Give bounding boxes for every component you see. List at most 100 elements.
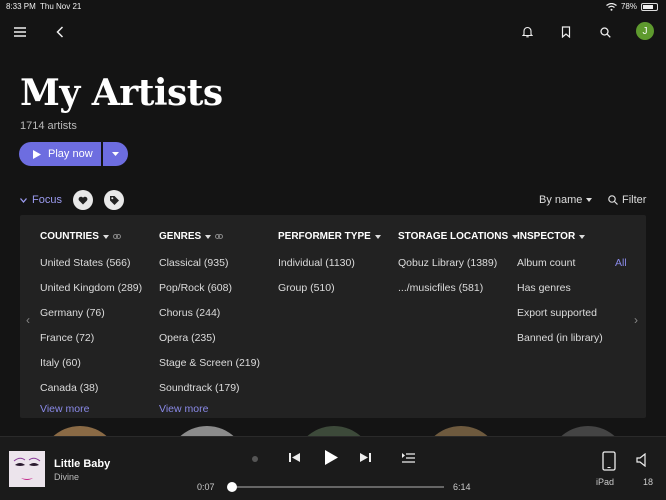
caret-down-icon: [579, 234, 586, 239]
status-right: 78%: [606, 2, 658, 11]
volume-level[interactable]: 18: [643, 477, 653, 487]
focus-label: Focus: [32, 194, 62, 206]
genre-item[interactable]: Chorus (244): [159, 307, 220, 319]
country-item[interactable]: Germany (76): [40, 307, 105, 319]
inspector-all-button[interactable]: All: [615, 257, 627, 269]
country-item[interactable]: Canada (38): [40, 382, 98, 394]
tablet-icon[interactable]: [597, 451, 621, 476]
play-now-label: Play now: [48, 148, 93, 160]
play-now-button[interactable]: Play now: [19, 142, 101, 166]
performer-type-header[interactable]: PERFORMER TYPE: [278, 231, 381, 242]
seek-handle[interactable]: [227, 482, 238, 492]
countries-header-label: COUNTRIES: [40, 231, 99, 242]
countries-header[interactable]: COUNTRIES: [40, 231, 121, 242]
output-device-label[interactable]: iPad: [596, 477, 614, 487]
storage-location-item[interactable]: Qobuz Library (1389): [398, 257, 497, 269]
favorite-filter-button[interactable]: [73, 190, 93, 210]
inspector-item[interactable]: Has genres: [517, 282, 571, 294]
inspector-item[interactable]: Album count: [517, 257, 575, 269]
artist-thumbnail[interactable]: [294, 426, 374, 436]
genre-item[interactable]: Opera (235): [159, 332, 216, 344]
country-item[interactable]: United States (566): [40, 257, 130, 269]
storage-locations-header[interactable]: STORAGE LOCATIONS: [398, 231, 519, 242]
wifi-icon: [606, 2, 617, 11]
bell-icon[interactable]: [518, 23, 536, 41]
volume-icon[interactable]: [636, 452, 650, 472]
play-pause-icon[interactable]: [324, 449, 339, 466]
status-date: Thu Nov 21: [40, 2, 82, 11]
search-icon: [608, 195, 618, 205]
artist-thumbnail[interactable]: [40, 426, 120, 436]
queue-icon[interactable]: [402, 453, 415, 463]
search-icon[interactable]: [596, 23, 614, 41]
track-title[interactable]: Little Baby: [54, 458, 110, 470]
status-bar: 8:33 PM Thu Nov 21 78%: [0, 0, 666, 14]
sort-dropdown[interactable]: By name: [539, 194, 593, 206]
heart-icon: [78, 196, 88, 204]
genres-header[interactable]: GENRES: [159, 231, 224, 242]
genres-header-label: GENRES: [159, 231, 202, 242]
track-artist[interactable]: Divine: [54, 472, 79, 482]
artist-thumbnail[interactable]: [167, 426, 247, 436]
storage-locations-header-label: STORAGE LOCATIONS: [398, 231, 509, 242]
filter-button[interactable]: Filter: [608, 194, 646, 206]
country-item[interactable]: France (72): [40, 332, 94, 344]
player-bar: Little Baby Divine 0:07 6:14 iPad 18: [0, 436, 666, 500]
artist-thumbnail[interactable]: [548, 426, 628, 436]
radio-dot-icon: [252, 456, 258, 462]
scroll-left-icon[interactable]: ‹: [26, 313, 30, 327]
genre-item[interactable]: Soundtrack (179): [159, 382, 240, 394]
previous-track-icon[interactable]: [289, 452, 300, 463]
genre-item[interactable]: Classical (935): [159, 257, 228, 269]
genre-item[interactable]: Stage & Screen (219): [159, 357, 260, 369]
country-item[interactable]: United Kingdom (289): [40, 282, 142, 294]
menu-icon[interactable]: [11, 23, 29, 41]
bookmark-icon[interactable]: [557, 23, 575, 41]
inspector-item[interactable]: Export supported: [517, 307, 597, 319]
caret-down-icon: [586, 198, 593, 202]
tag-icon: [109, 195, 119, 205]
avatar[interactable]: J: [636, 22, 654, 40]
inspector-header[interactable]: INSPECTOR: [517, 231, 586, 242]
battery-icon: [641, 2, 658, 11]
elapsed-time: 0:07: [197, 482, 215, 492]
focus-toggle[interactable]: Focus: [20, 194, 62, 206]
chevron-down-icon: [20, 197, 27, 203]
tag-filter-button[interactable]: [104, 190, 124, 210]
back-icon[interactable]: [51, 23, 69, 41]
performer-type-item[interactable]: Individual (1130): [278, 257, 355, 269]
filter-panel: ‹ › COUNTRIES United States (566) United…: [20, 215, 646, 418]
caret-down-icon: [205, 234, 212, 239]
caret-down-icon: [102, 234, 109, 239]
performer-type-item[interactable]: Group (510): [278, 282, 335, 294]
focus-toolbar: Focus By name Filter: [0, 190, 666, 212]
album-art[interactable]: [9, 451, 45, 487]
avatar-initial: J: [642, 25, 648, 37]
artist-thumbnail[interactable]: [421, 426, 501, 436]
play-options-button[interactable]: [103, 142, 128, 166]
caret-down-icon: [112, 152, 119, 156]
seek-bar[interactable]: [228, 486, 444, 488]
countries-view-more-link[interactable]: View more: [40, 403, 89, 415]
scroll-right-icon[interactable]: ›: [634, 313, 638, 327]
battery-percent: 78%: [620, 2, 637, 11]
link-icon: [215, 234, 224, 239]
top-nav: [0, 18, 666, 46]
filter-label: Filter: [622, 194, 647, 206]
inspector-item[interactable]: Banned (in library): [517, 332, 603, 344]
country-item[interactable]: Italy (60): [40, 357, 81, 369]
total-time: 6:14: [453, 482, 471, 492]
status-time: 8:33 PM: [6, 2, 36, 11]
storage-location-item[interactable]: .../musicfiles (581): [398, 282, 483, 294]
link-icon: [112, 234, 121, 239]
next-track-icon[interactable]: [360, 452, 371, 463]
genre-item[interactable]: Pop/Rock (608): [159, 282, 232, 294]
artist-count: 1714 artists: [20, 120, 77, 132]
artist-grid: [0, 426, 666, 436]
inspector-header-label: INSPECTOR: [517, 231, 576, 242]
caret-down-icon: [374, 234, 381, 239]
play-icon: [33, 149, 41, 159]
sort-label: By name: [539, 194, 583, 206]
genres-view-more-link[interactable]: View more: [159, 403, 208, 415]
performer-type-header-label: PERFORMER TYPE: [278, 231, 371, 242]
